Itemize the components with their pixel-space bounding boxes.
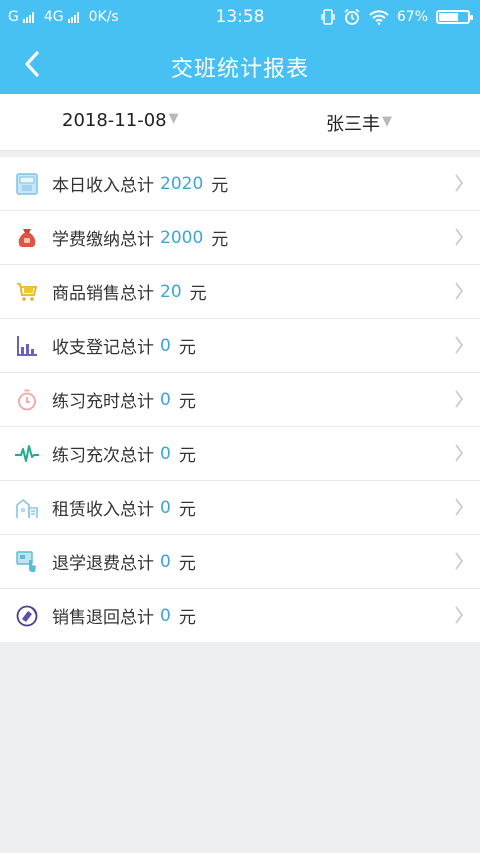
stat-row-sales-return[interactable]: 销售退回总计 0 元 bbox=[0, 589, 480, 642]
person-filter-value: 张三丰 bbox=[326, 114, 380, 135]
chevron-right-icon bbox=[455, 498, 463, 516]
chevron-right-icon bbox=[455, 552, 463, 570]
wallet-icon bbox=[14, 171, 40, 197]
stat-value: 0 bbox=[160, 605, 171, 626]
chevron-right-icon bbox=[455, 390, 463, 408]
person-filter[interactable]: 张三丰 ▼ bbox=[326, 110, 392, 136]
stat-value: 2020 bbox=[160, 173, 204, 194]
stat-row-practice-time[interactable]: 练习充时总计 0 元 bbox=[0, 373, 480, 427]
stat-unit: 元 bbox=[178, 392, 196, 412]
stat-label: 练习充次总计 bbox=[52, 446, 154, 466]
stat-label: 租赁收入总计 bbox=[52, 500, 154, 520]
bar-chart-icon bbox=[14, 333, 40, 359]
battery-icon bbox=[436, 10, 473, 24]
stat-label: 学费缴纳总计 bbox=[52, 230, 154, 250]
return-icon bbox=[14, 603, 40, 629]
refund-icon bbox=[14, 549, 40, 575]
chevron-right-icon bbox=[455, 606, 463, 624]
stat-unit: 元 bbox=[178, 554, 196, 574]
stat-value: 0 bbox=[160, 551, 171, 572]
stopwatch-icon bbox=[14, 387, 40, 413]
stat-unit: 元 bbox=[178, 500, 196, 520]
app-header: 交班统计报表 bbox=[0, 34, 480, 94]
stat-label: 本日收入总计 bbox=[52, 176, 154, 196]
battery-percent: 67% bbox=[396, 9, 428, 25]
date-filter-value: 2018-11-08 bbox=[62, 110, 167, 131]
pulse-icon bbox=[14, 441, 40, 467]
stat-value: 0 bbox=[160, 497, 171, 518]
stat-row-daily-income[interactable]: 本日收入总计 2020 元 bbox=[0, 157, 480, 211]
stat-label: 销售退回总计 bbox=[52, 608, 154, 628]
stat-value: 2000 bbox=[160, 227, 204, 248]
chevron-right-icon bbox=[455, 282, 463, 300]
stat-label: 退学退费总计 bbox=[52, 554, 154, 574]
stats-list: 本日收入总计 2020 元 学费缴纳总计 2000 元 商品销售总计 20 元 … bbox=[0, 157, 480, 642]
stat-unit: 元 bbox=[178, 608, 196, 628]
stat-unit: 元 bbox=[189, 284, 207, 304]
stat-label: 商品销售总计 bbox=[52, 284, 154, 304]
battery-fill bbox=[439, 13, 458, 21]
stat-row-rental[interactable]: 租赁收入总计 0 元 bbox=[0, 481, 480, 535]
caret-down-icon: ▼ bbox=[382, 113, 392, 129]
chevron-right-icon bbox=[455, 228, 463, 246]
stat-label: 收支登记总计 bbox=[52, 338, 154, 358]
cart-icon bbox=[14, 279, 40, 305]
stat-row-goods-sales[interactable]: 商品销售总计 20 元 bbox=[0, 265, 480, 319]
page-title: 交班统计报表 bbox=[170, 57, 309, 82]
stat-row-tuition[interactable]: 学费缴纳总计 2000 元 bbox=[0, 211, 480, 265]
building-icon bbox=[14, 495, 40, 521]
chevron-right-icon bbox=[455, 444, 463, 462]
date-filter[interactable]: 2018-11-08 ▼ bbox=[62, 110, 179, 131]
chevron-right-icon bbox=[455, 336, 463, 354]
stat-value: 0 bbox=[160, 335, 171, 356]
stat-unit: 元 bbox=[178, 446, 196, 466]
stat-label: 练习充时总计 bbox=[52, 392, 154, 412]
filter-bar: 2018-11-08 ▼ 张三丰 ▼ bbox=[0, 94, 480, 151]
vibrate-icon bbox=[321, 9, 335, 25]
stat-value: 0 bbox=[160, 389, 171, 410]
stat-unit: 元 bbox=[211, 176, 229, 196]
caret-down-icon: ▼ bbox=[168, 111, 179, 126]
stat-row-practice-count[interactable]: 练习充次总计 0 元 bbox=[0, 427, 480, 481]
chevron-right-icon bbox=[455, 174, 463, 192]
stat-unit: 元 bbox=[178, 338, 196, 358]
stat-unit: 元 bbox=[211, 230, 229, 250]
stat-value: 20 bbox=[160, 281, 182, 302]
stat-row-withdrawal-refund[interactable]: 退学退费总计 0 元 bbox=[0, 535, 480, 589]
stat-row-ledger[interactable]: 收支登记总计 0 元 bbox=[0, 319, 480, 373]
money-bag-icon bbox=[14, 225, 40, 251]
stat-value: 0 bbox=[160, 443, 171, 464]
wifi-icon bbox=[369, 10, 389, 25]
alarm-icon bbox=[344, 8, 360, 25]
status-bar: G 4G 0K/s 13:58 67% bbox=[0, 0, 480, 34]
